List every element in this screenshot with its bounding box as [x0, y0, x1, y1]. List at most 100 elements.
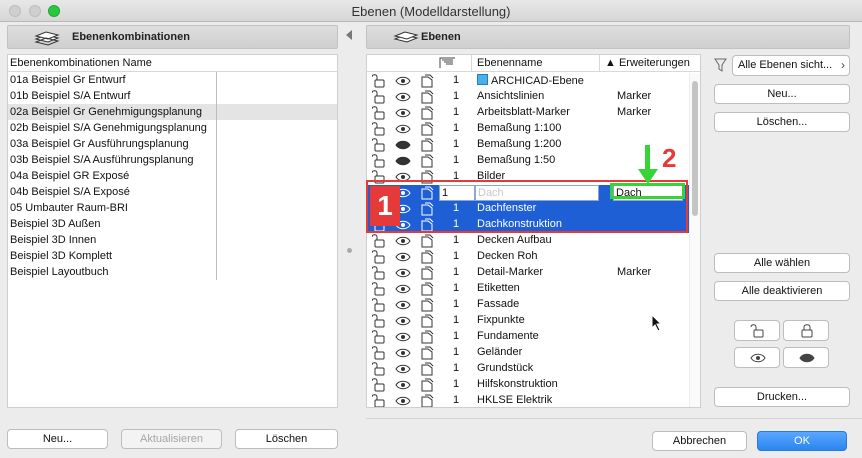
lock-toggle-icon[interactable] [371, 346, 386, 360]
eye-open-icon[interactable] [395, 396, 411, 406]
lock-all-button[interactable] [783, 320, 829, 341]
show-all-button[interactable] [734, 347, 780, 368]
wireframe-toggle-icon[interactable] [420, 234, 434, 248]
layer-combination-item[interactable]: 05 Umbauter Raum-BRI [8, 200, 337, 216]
eye-open-icon[interactable] [395, 252, 411, 262]
eye-open-icon[interactable] [395, 236, 411, 246]
layer-row[interactable]: 1 Fundamente [367, 329, 689, 345]
cancel-button[interactable]: Abbrechen [652, 431, 747, 451]
layer-combination-item[interactable]: 01a Beispiel Gr Entwurf [8, 72, 337, 88]
layer-row[interactable]: 1 Etiketten [367, 281, 689, 297]
eye-open-icon[interactable] [395, 380, 411, 390]
deactivate-all-button[interactable]: Alle deaktivieren [714, 281, 850, 301]
wireframe-toggle-icon[interactable] [420, 378, 434, 392]
layer-combination-item[interactable]: 04a Beispiel GR Exposé [8, 168, 337, 184]
lock-toggle-icon[interactable] [371, 122, 386, 136]
lock-toggle-icon[interactable] [371, 394, 386, 407]
wireframe-toggle-icon[interactable] [420, 90, 434, 104]
layer-combination-item[interactable]: 01b Beispiel S/A Entwurf [8, 88, 337, 104]
wireframe-toggle-icon[interactable] [420, 314, 434, 328]
eye-open-icon[interactable] [395, 364, 411, 374]
lock-toggle-icon[interactable] [371, 298, 386, 312]
wireframe-toggle-icon[interactable] [420, 266, 434, 280]
update-combination-button[interactable]: Aktualisieren [121, 429, 222, 449]
ok-button[interactable]: OK [757, 431, 847, 451]
layer-combination-item[interactable]: 03b Beispiel S/A Ausführungsplanung [8, 152, 337, 168]
lock-toggle-icon[interactable] [371, 266, 386, 280]
layer-visibility-dropdown[interactable]: Alle Ebenen sicht... › [732, 55, 850, 76]
delete-layer-button[interactable]: Löschen... [714, 112, 850, 132]
extension-column-header[interactable]: ▲ Erweiterungen [605, 57, 690, 69]
eye-open-icon[interactable] [395, 76, 411, 86]
wireframe-toggle-icon[interactable] [420, 362, 434, 376]
lock-toggle-icon[interactable] [371, 234, 386, 248]
eye-open-icon[interactable] [395, 284, 411, 294]
unlock-all-button[interactable] [734, 320, 780, 341]
delete-combination-button[interactable]: Löschen [235, 429, 338, 449]
lock-toggle-icon[interactable] [371, 90, 386, 104]
wireframe-toggle-icon[interactable] [420, 138, 434, 152]
layer-combination-item[interactable]: 02b Beispiel S/A Genehmigungsplanung [8, 120, 337, 136]
eye-open-icon[interactable] [395, 332, 411, 342]
wireframe-toggle-icon[interactable] [420, 250, 434, 264]
layer-combination-item[interactable]: 03a Beispiel Gr Ausführungsplanung [8, 136, 337, 152]
eye-open-icon[interactable] [395, 92, 411, 102]
layer-combination-item[interactable]: 02a Beispiel Gr Genehmigungsplanung [8, 104, 337, 120]
lock-toggle-icon[interactable] [371, 154, 386, 168]
lock-toggle-icon[interactable] [371, 282, 386, 296]
wireframe-toggle-icon[interactable] [420, 298, 434, 312]
layer-row[interactable]: 1 Arbeitsblatt-Marker Marker [367, 105, 689, 121]
flag-column-icon[interactable] [439, 57, 457, 69]
wireframe-toggle-icon[interactable] [420, 330, 434, 344]
eye-open-icon[interactable] [395, 108, 411, 118]
layer-combinations-column-header[interactable]: Ebenenkombinationen Name [8, 55, 337, 72]
collapse-panel-icon[interactable] [346, 30, 352, 40]
layer-row[interactable]: 1 Ansichtslinien Marker [367, 89, 689, 105]
wireframe-toggle-icon[interactable] [420, 346, 434, 360]
layer-row[interactable]: 1 Bemaßung 1:100 [367, 121, 689, 137]
layer-row[interactable]: 1 Fassade [367, 297, 689, 313]
wireframe-toggle-icon[interactable] [420, 154, 434, 168]
lock-toggle-icon[interactable] [371, 362, 386, 376]
eye-open-icon[interactable] [395, 348, 411, 358]
wireframe-toggle-icon[interactable] [420, 282, 434, 296]
eye-closed-icon[interactable] [395, 156, 411, 166]
lock-toggle-icon[interactable] [371, 106, 386, 120]
lock-toggle-icon[interactable] [371, 330, 386, 344]
layer-row[interactable]: 1 Grundstück [367, 361, 689, 377]
layer-combination-item[interactable]: Beispiel 3D Außen [8, 216, 337, 232]
eye-open-icon[interactable] [395, 300, 411, 310]
wireframe-toggle-icon[interactable] [420, 106, 434, 120]
splitter-handle[interactable] [347, 248, 352, 253]
wireframe-toggle-icon[interactable] [420, 122, 434, 136]
lock-toggle-icon[interactable] [371, 138, 386, 152]
layer-row[interactable]: 1 Decken Roh [367, 249, 689, 265]
layer-combination-item[interactable]: Beispiel 3D Komplett [8, 248, 337, 264]
layer-row[interactable]: 1 Fixpunkte [367, 313, 689, 329]
layer-combination-item[interactable]: Beispiel Layoutbuch [8, 264, 337, 280]
eye-open-icon[interactable] [395, 316, 411, 326]
layer-row[interactable]: 1 Decken Aufbau [367, 233, 689, 249]
wireframe-toggle-icon[interactable] [420, 74, 434, 88]
eye-open-icon[interactable] [395, 124, 411, 134]
layer-name-column-header[interactable]: Ebenenname [477, 57, 542, 69]
new-combination-button[interactable]: Neu... [7, 429, 108, 449]
print-button[interactable]: Drucken... [714, 387, 850, 407]
lock-toggle-icon[interactable] [371, 378, 386, 392]
select-all-button[interactable]: Alle wählen [714, 253, 850, 273]
eye-open-icon[interactable] [395, 268, 411, 278]
layer-row[interactable]: 1 Geländer [367, 345, 689, 361]
eye-closed-icon[interactable] [395, 140, 411, 150]
lock-toggle-icon[interactable] [371, 250, 386, 264]
wireframe-toggle-icon[interactable] [420, 394, 434, 407]
layer-combination-item[interactable]: 04b Beispiel S/A Exposé [8, 184, 337, 200]
lock-toggle-icon[interactable] [371, 314, 386, 328]
layer-row[interactable]: 1 Detail-Marker Marker [367, 265, 689, 281]
layer-row[interactable]: 1 HKLSE Elektrik [367, 393, 689, 407]
layer-combination-item[interactable]: Beispiel 3D Innen [8, 232, 337, 248]
hide-all-button[interactable] [783, 347, 829, 368]
layer-combinations-list[interactable]: Ebenenkombinationen Name 01a Beispiel Gr… [7, 54, 338, 408]
scrollbar-thumb[interactable] [692, 81, 698, 216]
new-layer-button[interactable]: Neu... [714, 84, 850, 104]
lock-toggle-icon[interactable] [371, 74, 386, 88]
